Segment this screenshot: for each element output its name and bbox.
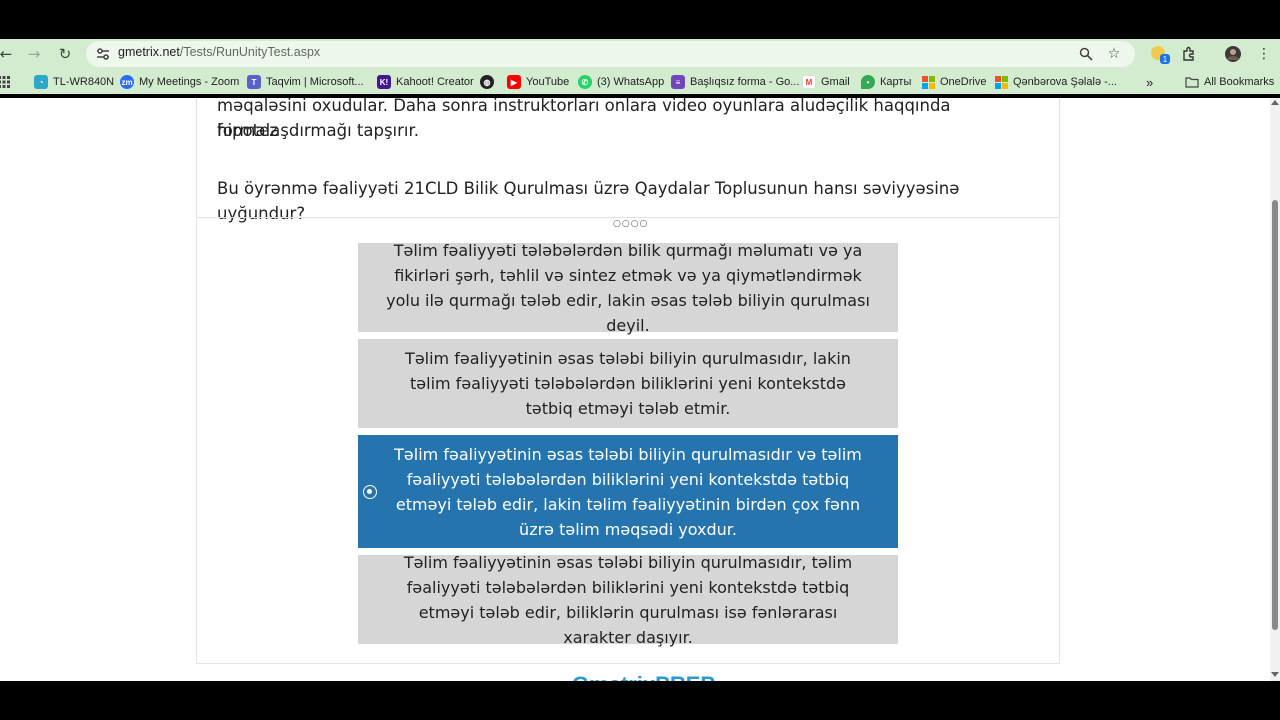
bookmark-label: Qənbərova Şəlalə -... — [1013, 76, 1117, 88]
radio-selected-icon[interactable] — [363, 484, 377, 499]
zoom-magnifier-icon[interactable] — [1076, 44, 1096, 64]
bookmark-zoom[interactable]: zm My Meetings - Zoom — [120, 74, 239, 90]
bookmark-label: Başlıqsız forma - Go... — [690, 76, 800, 88]
answer-option-text: Təlim fəaliyyəti tələbələrdən bilik qurm… — [386, 240, 870, 335]
folder-icon — [1185, 75, 1199, 89]
url-domain: gmetrix.net — [118, 45, 180, 59]
bookmark-teams[interactable]: T Taqvim | Microsoft... — [247, 74, 364, 90]
answer-option-1[interactable]: Təlim fəaliyyəti tələbələrdən bilik qurm… — [358, 241, 898, 335]
apps-grid-icon[interactable] — [0, 74, 10, 90]
bookmark-qenberova[interactable]: Qənbərova Şəlalə -... — [994, 74, 1117, 90]
scroll-thumb[interactable] — [1272, 200, 1278, 630]
bookmark-label: OneDrive — [940, 76, 987, 88]
forward-icon[interactable]: → — [22, 42, 46, 66]
extensions-puzzle-icon[interactable] — [1177, 42, 1201, 66]
all-bookmarks-label: All Bookmarks — [1204, 76, 1275, 88]
bookmark-label: (3) WhatsApp — [597, 76, 665, 88]
extension-badge-count: 1 — [1163, 55, 1168, 64]
url-path: /Tests/RunUnityTest.aspx — [179, 45, 321, 59]
bookmark-star-icon[interactable]: ☆ — [1104, 44, 1124, 64]
profile-avatar[interactable] — [1221, 42, 1245, 66]
answer-option-3-selected[interactable]: Təlim fəaliyyətinin əsas tələbi biliyin … — [358, 435, 898, 548]
answer-option-2[interactable]: Təlim fəaliyyətinin əsas tələbi biliyin … — [358, 339, 898, 428]
whatsapp-icon: ✆ — [578, 75, 592, 89]
more-bookmarks-chevron-icon[interactable]: » — [1146, 74, 1153, 90]
bookmark-label: Taqvim | Microsoft... — [266, 76, 364, 88]
page-viewport: məqaləsini oxudular. Daha sonra instrukt… — [0, 98, 1270, 681]
reload-icon[interactable]: ↻ — [53, 42, 77, 66]
teams-icon: T — [247, 75, 261, 89]
microsoft-icon — [994, 75, 1008, 89]
answer-option-text: Təlim fəaliyyətinin əsas tələbi biliyin … — [405, 349, 851, 418]
page-scrollbar[interactable] — [1270, 98, 1280, 681]
bookmark-label: My Meetings - Zoom — [139, 76, 240, 88]
address-bar[interactable]: gmetrix.net/Tests/RunUnityTest.aspx ☆ — [86, 41, 1135, 67]
bookmark-kahoot[interactable]: K! Kahoot! Creator — [377, 74, 474, 90]
more-menu-icon[interactable]: ⋮ — [1252, 42, 1276, 66]
maps-icon: • — [861, 75, 875, 89]
bookmark-label: Карты — [880, 76, 912, 88]
bookmark-globe[interactable]: ◍ — [480, 74, 499, 90]
site-info-icon[interactable] — [94, 45, 112, 63]
bookmark-label: YouTube — [526, 76, 570, 88]
bookmark-whatsapp[interactable]: ✆ (3) WhatsApp — [578, 74, 664, 90]
question-text-line-2: formalaşdırmağı tapşırır. — [217, 121, 420, 140]
youtube-icon: ▶ — [507, 75, 521, 89]
scroll-up-arrow-icon[interactable] — [1271, 100, 1279, 105]
answer-option-text: Təlim fəaliyyətinin əsas tələbi biliyin … — [403, 552, 853, 647]
bookmark-maps[interactable]: • Карты — [861, 74, 911, 90]
browser-toolbar: ← → ↻ gmetrix.net/Tests/RunUnityTest.asp… — [0, 39, 1280, 70]
pager-dots: ○○○○ — [613, 219, 649, 229]
bookmarks-bar: ◔ TL-WR840N zm My Meetings - Zoom T Taqvim … — [0, 70, 1280, 94]
bottom-black-bar — [0, 681, 1280, 720]
bookmark-label: Gmail — [821, 76, 850, 88]
tplink-icon: ◔ — [34, 75, 48, 89]
extension-badge-icon[interactable]: 1 — [1147, 42, 1171, 66]
gmetrix-logo: GmetrixPREP — [572, 672, 715, 681]
forms-icon: ≡ — [671, 75, 685, 89]
kahoot-icon: K! — [377, 75, 391, 89]
bookmark-onedrive[interactable]: OneDrive — [921, 74, 986, 90]
microsoft-icon — [921, 75, 935, 89]
bookmark-gmail[interactable]: M Gmail — [802, 74, 850, 90]
question-card: məqaləsini oxudular. Daha sonra instrukt… — [196, 98, 1060, 664]
url-text[interactable]: gmetrix.net/Tests/RunUnityTest.aspx — [118, 45, 320, 59]
question-divider — [197, 217, 1059, 218]
bookmark-label: Kahoot! Creator — [396, 76, 474, 88]
zoom-icon: zm — [120, 75, 134, 89]
bookmark-google-forms[interactable]: ≡ Başlıqsız forma - Go... — [671, 74, 799, 90]
globe-icon: ◍ — [480, 75, 494, 89]
bookmark-youtube[interactable]: ▶ YouTube — [507, 74, 569, 90]
top-black-bar — [0, 0, 1280, 39]
answer-option-text: Təlim fəaliyyətinin əsas tələbi biliyin … — [394, 444, 862, 539]
bookmark-tl-wr840n[interactable]: ◔ TL-WR840N — [34, 74, 114, 90]
all-bookmarks[interactable]: All Bookmarks — [1185, 74, 1274, 90]
answer-option-4[interactable]: Təlim fəaliyyətinin əsas tələbi biliyin … — [358, 553, 898, 647]
scroll-down-arrow-icon[interactable] — [1271, 672, 1279, 677]
gmail-icon: M — [802, 75, 816, 89]
bookmark-label: TL-WR840N — [53, 76, 115, 88]
back-icon[interactable]: ← — [0, 42, 18, 66]
